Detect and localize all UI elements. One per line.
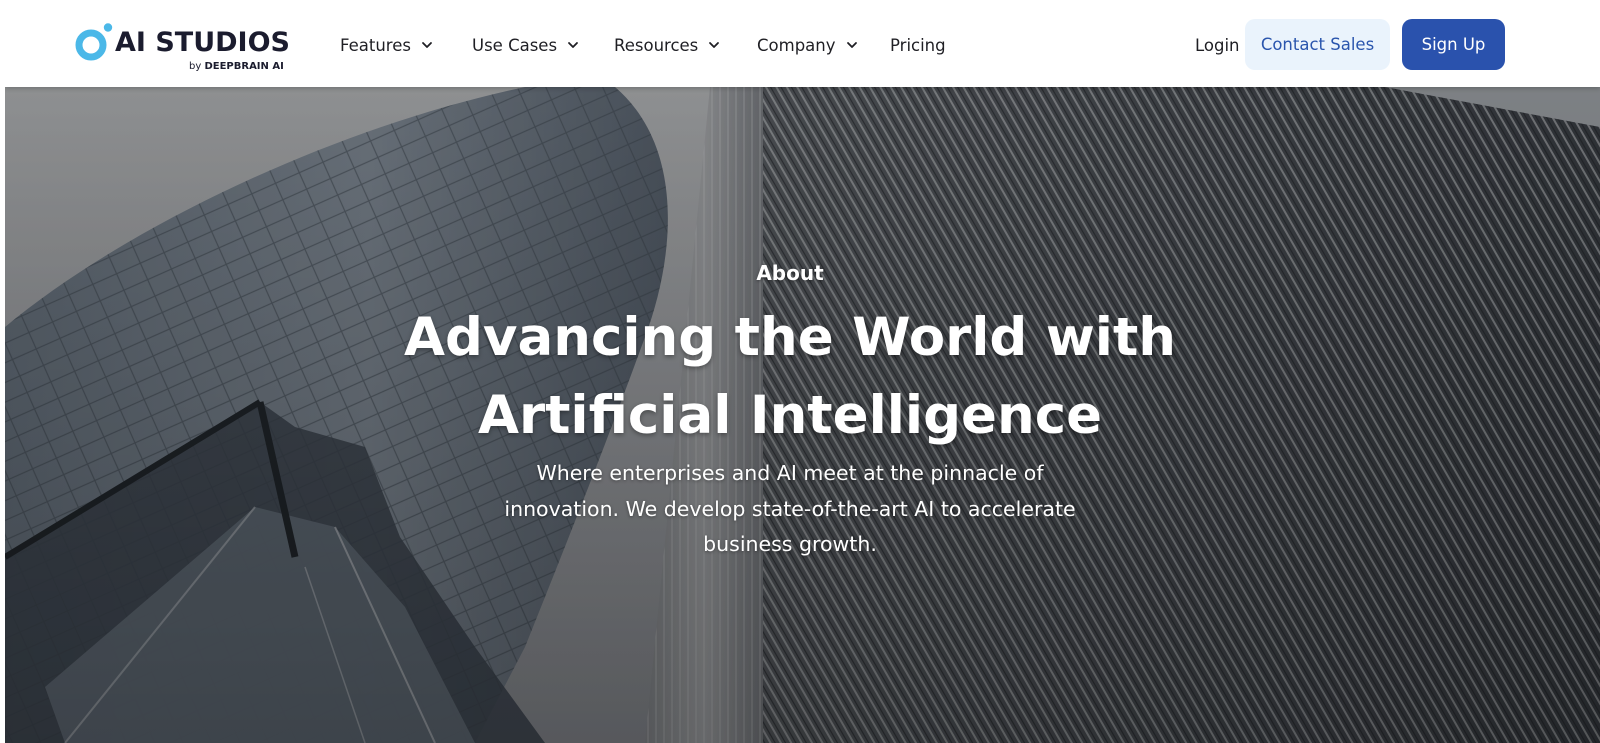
login-link[interactable]: Login xyxy=(1195,32,1240,58)
hero-content: About Advancing the World with Artificia… xyxy=(5,87,1600,743)
hero-subtitle-line-1: Where enterprises and AI meet at the pin… xyxy=(536,461,1044,485)
chevron-down-icon xyxy=(422,42,432,48)
nav-pricing-label: Pricing xyxy=(890,35,946,55)
brand-by: by xyxy=(189,61,202,72)
nav-features-label: Features xyxy=(340,35,411,55)
brand-logo[interactable]: AI STUDIOS by DEEPBRAIN AI xyxy=(75,17,290,77)
sign-up-button[interactable]: Sign Up xyxy=(1402,19,1505,70)
nav-resources[interactable]: Resources xyxy=(614,32,721,58)
chevron-down-icon xyxy=(709,42,720,48)
nav-pricing[interactable]: Pricing xyxy=(890,32,946,58)
hero-subtitle: Where enterprises and AI meet at the pin… xyxy=(475,456,1105,563)
hero-subtitle-line-3: business growth. xyxy=(703,532,877,556)
hero-title: Advancing the World with Artificial Inte… xyxy=(390,299,1190,455)
brand-byline: by DEEPBRAIN AI xyxy=(189,61,284,73)
chevron-down-icon xyxy=(568,42,578,48)
brand-company: DEEPBRAIN AI xyxy=(204,61,284,72)
nav-use-cases-label: Use Cases xyxy=(472,35,558,55)
logo-mark-icon xyxy=(75,23,113,61)
page: AI STUDIOS by DEEPBRAIN AI Features Use … xyxy=(5,4,1600,743)
hero-subtitle-line-2: innovation. We develop state-of-the-art … xyxy=(504,496,1076,521)
nav-company[interactable]: Company xyxy=(757,32,859,58)
nav-features[interactable]: Features xyxy=(340,32,434,58)
hero-title-line-2: Artificial Intelligence xyxy=(477,385,1103,446)
brand-name: AI STUDIOS xyxy=(115,27,290,58)
hero-section: About Advancing the World with Artificia… xyxy=(5,87,1600,743)
nav-resources-label: Resources xyxy=(614,35,699,55)
contact-sales-button[interactable]: Contact Sales xyxy=(1245,19,1390,70)
nav-company-label: Company xyxy=(757,35,836,55)
hero-title-line-1: Advancing the World with xyxy=(403,307,1177,368)
site-header: AI STUDIOS by DEEPBRAIN AI Features Use … xyxy=(5,4,1600,87)
chevron-down-icon xyxy=(846,42,857,48)
hero-eyebrow: About xyxy=(756,261,824,285)
nav-use-cases[interactable]: Use Cases xyxy=(472,32,580,58)
